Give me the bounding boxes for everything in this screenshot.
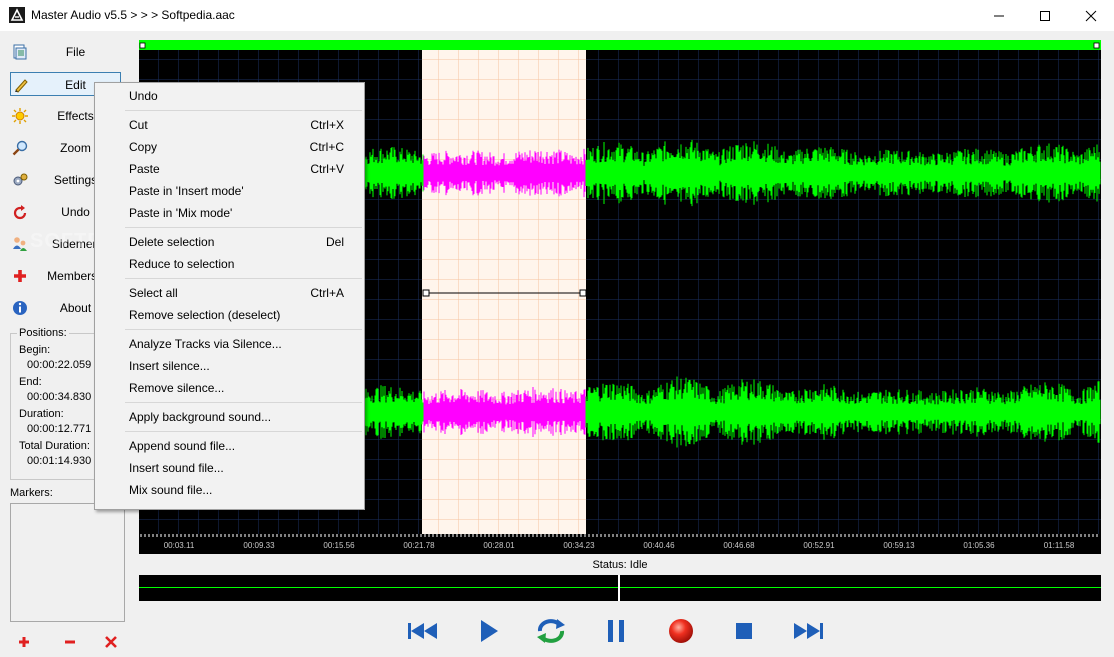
envelope-handle-left[interactable] <box>422 289 430 297</box>
window-title: Master Audio v5.5 > > > Softpedia.aac <box>31 8 235 22</box>
remove-marker-button[interactable] <box>62 634 78 650</box>
ruler-tick-label: 00:15.56 <box>323 541 355 550</box>
pencil-icon <box>15 79 28 93</box>
selected-waveform-path <box>423 148 586 198</box>
close-button[interactable] <box>1068 0 1114 31</box>
menu-item-cut[interactable]: Cut Ctrl+X <box>95 114 364 136</box>
menu-item-remove-selection[interactable]: Remove selection (deselect) <box>95 304 364 326</box>
add-marker-button[interactable] <box>16 634 32 650</box>
playhead[interactable] <box>618 575 620 601</box>
menu-item-reduce-selection[interactable]: Reduce to selection <box>95 253 364 275</box>
end-value: 00:00:34.830 <box>27 391 92 403</box>
ruler-tick-label: 00:09.33 <box>243 541 275 550</box>
minus-icon <box>65 640 75 644</box>
skip-forward-icon <box>794 623 823 639</box>
ruler-tick-label: 00:59.13 <box>883 541 915 550</box>
minimize-button[interactable] <box>976 0 1022 31</box>
menu-item-select-all[interactable]: Select all Ctrl+A <box>95 282 364 304</box>
duration-value: 00:00:12.771 <box>27 423 92 435</box>
play-button[interactable] <box>472 615 506 647</box>
timeline-ruler: 00:03.11 00:09.33 00:15.56 00:21.78 00:28.01… <box>140 534 1098 550</box>
title-bar: Master Audio v5.5 > > > Softpedia.aac <box>0 0 1114 31</box>
pause-icon <box>608 620 624 642</box>
magnifier-icon <box>12 140 28 156</box>
position-bar[interactable] <box>139 40 1101 50</box>
menu-item-insert-file[interactable]: Insert sound file... <box>95 457 364 479</box>
end-label: End: <box>19 376 42 388</box>
app-logo-icon <box>9 7 25 23</box>
record-icon <box>669 619 693 643</box>
begin-label: Begin: <box>19 344 51 356</box>
rewind-button[interactable] <box>406 615 440 647</box>
envelope-handle-right[interactable] <box>579 289 587 297</box>
duration-label: Duration: <box>19 408 64 420</box>
ruler-tick-label: 00:34.23 <box>563 541 595 550</box>
file-icon <box>13 44 27 60</box>
playback-track[interactable] <box>139 575 1101 601</box>
menu-item-paste-insert[interactable]: Paste in 'Insert mode' <box>95 180 364 202</box>
menu-separator <box>125 402 362 403</box>
ruler-tick-label: 00:21.78 <box>403 541 435 550</box>
menu-item-insert-silence[interactable]: Insert silence... <box>95 355 364 377</box>
sun-icon <box>12 108 28 124</box>
status-text: Status: Idle <box>592 559 648 571</box>
ruler-tick-label: 01:11.58 <box>1044 541 1075 550</box>
plus-icon <box>19 637 29 647</box>
minimize-icon <box>994 15 1004 16</box>
ruler-tick-label: 00:03.11 <box>164 541 195 550</box>
edit-context-menu: Undo Cut Ctrl+X Copy Ctrl+C Paste Ctrl+V Pa… <box>94 82 365 510</box>
maximize-icon <box>1040 10 1050 21</box>
info-icon <box>13 301 27 315</box>
markers-list[interactable] <box>10 503 125 622</box>
ruler-tick-label: 00:46.68 <box>723 541 755 550</box>
menu-item-apply-background[interactable]: Apply background sound... <box>95 406 364 428</box>
positions-title: Positions: <box>17 327 69 339</box>
record-button[interactable] <box>664 615 698 647</box>
menu-separator <box>125 227 362 228</box>
menu-item-undo[interactable]: Undo <box>95 85 364 107</box>
stop-button[interactable] <box>727 615 761 647</box>
progress-line <box>139 587 1101 588</box>
stop-icon <box>736 623 752 639</box>
pause-button[interactable] <box>599 615 633 647</box>
total-duration-label: Total Duration: <box>19 440 90 452</box>
menu-separator <box>125 431 362 432</box>
selection-grid <box>422 50 586 534</box>
fast-forward-button[interactable] <box>791 615 825 647</box>
sidebar-item-label: File <box>65 45 86 59</box>
menu-item-paste-mix[interactable]: Paste in 'Mix mode' <box>95 202 364 224</box>
begin-value: 00:00:22.059 <box>27 359 92 371</box>
ruler-tick-label: 01:05.36 <box>963 541 995 550</box>
play-icon <box>481 620 498 642</box>
menu-separator <box>125 278 362 279</box>
menu-separator <box>125 329 362 330</box>
menu-item-copy[interactable]: Copy Ctrl+C <box>95 136 364 158</box>
close-icon <box>1085 10 1097 21</box>
users-icon <box>13 237 27 251</box>
total-duration-value: 00:01:14.930 <box>27 455 92 467</box>
maximize-button[interactable] <box>1022 0 1068 31</box>
loop-icon <box>537 619 565 643</box>
undo-arrow-icon <box>13 205 27 220</box>
menu-separator <box>125 110 362 111</box>
loop-button[interactable] <box>534 615 568 647</box>
clear-markers-button[interactable] <box>103 634 119 650</box>
close-icon <box>105 636 117 648</box>
menu-item-remove-silence[interactable]: Remove silence... <box>95 377 364 399</box>
menu-item-mix-file[interactable]: Mix sound file... <box>95 479 364 501</box>
menu-item-delete-selection[interactable]: Delete selection Del <box>95 231 364 253</box>
menu-item-append-file[interactable]: Append sound file... <box>95 435 364 457</box>
markers-label: Markers: <box>10 487 53 499</box>
ruler-tick-label: 00:40.46 <box>643 541 675 550</box>
ruler-tick-label: 00:52.91 <box>803 541 835 550</box>
menu-item-analyze-tracks[interactable]: Analyze Tracks via Silence... <box>95 333 364 355</box>
menu-item-paste[interactable]: Paste Ctrl+V <box>95 158 364 180</box>
sidebar-item-file[interactable]: File <box>10 40 121 64</box>
ruler-tick-label: 00:28.01 <box>483 541 515 550</box>
settings-gear-icon <box>13 173 28 186</box>
skip-back-icon <box>408 623 437 639</box>
ruler-ticks <box>140 534 1098 537</box>
plus-icon <box>14 270 26 282</box>
